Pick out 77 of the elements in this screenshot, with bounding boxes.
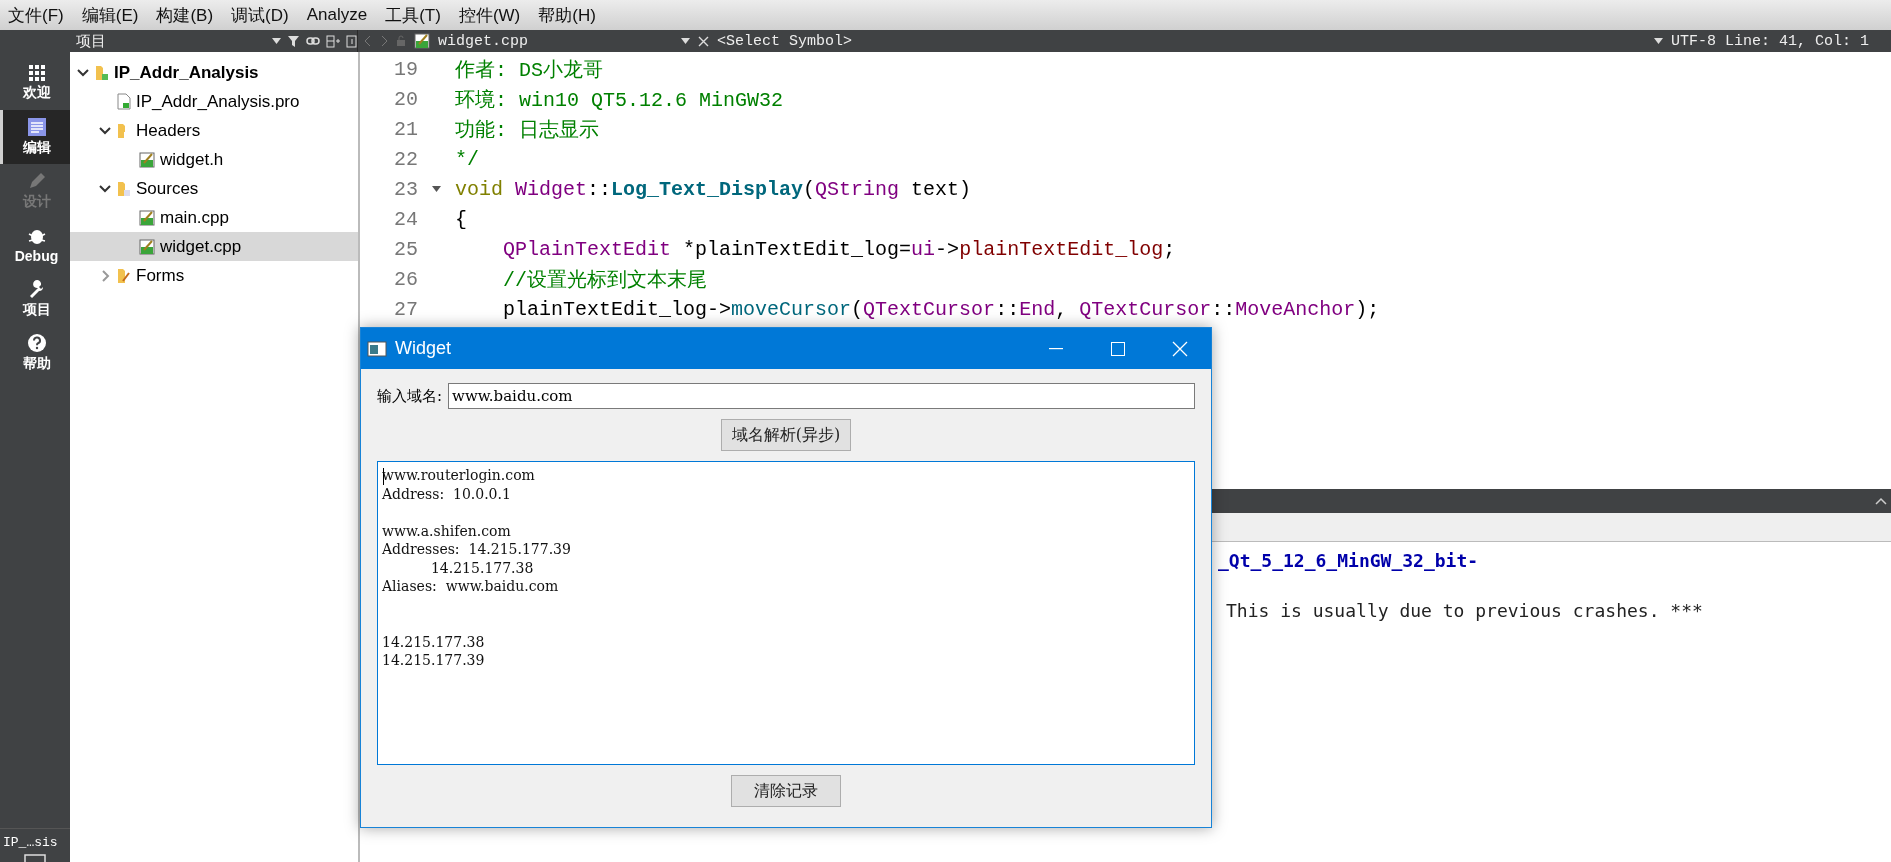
output-line: This is usually due to previous crashes. *** [1226,600,1704,623]
collapse-up-icon[interactable] [1875,497,1887,505]
cursor-status: UTF-8 Line: 41, Col: 1 [1670,32,1869,50]
window-title: Widget [395,338,453,359]
source-file-icon [139,151,155,168]
domain-label: 输入域名: [377,386,443,406]
close-icon[interactable] [698,35,709,47]
app-icon [367,340,387,357]
menu-item[interactable]: 文件(F) [8,3,64,27]
code-line: plainTextEdit_log->moveCursor(QTextCursor::End, QTextCursor::MoveAnchor); [502,297,1380,321]
menu-item[interactable]: 调试(D) [231,3,289,27]
grid-icon [27,64,46,82]
tree-item[interactable]: main.cpp [70,203,358,232]
tree-item[interactable]: Headers [70,116,358,145]
help-icon [26,333,47,353]
menu-item[interactable]: Analyze [306,5,368,25]
line-number: 20 [393,87,418,111]
document-icon [26,117,47,137]
tree-item[interactable]: IP_Addr_Analysis.pro [70,87,358,116]
file-icon [117,93,131,110]
resolve-button[interactable]: 域名解析(异步) [720,419,852,451]
code-line: //设置光标到文本末尾 [502,267,707,293]
dropdown-caret-icon[interactable] [272,38,281,44]
code-line: 作者: DS小龙哥 [455,57,603,83]
monitor-icon[interactable] [24,854,46,862]
code-line: QPlainTextEdit *plainTextEdit_log=ui->plainTextEdit_log; [502,237,1176,261]
code-line: { [455,207,467,231]
mode-button[interactable]: 帮助 [0,326,70,380]
output-line: _Qt_5_12_6_MinGW_32_bit- [1218,550,1480,573]
mode-button[interactable]: 欢迎 [0,56,70,110]
menu-item[interactable]: 帮助(H) [538,3,596,27]
folder-icon [117,180,131,197]
line-number: 21 [393,117,418,141]
menu-item[interactable]: 编辑(E) [81,3,139,27]
tree-item[interactable]: Forms [70,261,358,290]
domain-field[interactable]: www.baidu.com [448,383,1195,409]
minimize-icon[interactable] [1049,347,1063,350]
line-number: 25 [393,237,418,261]
mode-button[interactable]: 编辑 [0,110,70,164]
line-number: 23 [393,177,418,201]
menu-item[interactable]: 工具(T) [385,3,441,27]
line-number: 19 [393,57,418,81]
file-dropdown-caret-icon[interactable] [681,38,690,44]
tree-item[interactable]: widget.h [70,145,358,174]
mode-button[interactable]: 项目 [0,272,70,326]
tree-item[interactable]: widget.cpp [70,232,358,261]
source-file-icon [414,33,430,49]
mode-button[interactable]: Debug [0,218,70,272]
menu-item[interactable]: 控件(W) [458,3,521,27]
folder-icon [95,64,109,81]
line-number: 24 [393,207,418,231]
symbol-dropdown-caret-icon[interactable] [1653,38,1663,44]
source-file-icon [139,238,155,255]
file-name: widget.cpp [438,32,529,50]
line-number: 27 [393,297,418,321]
source-file-icon [139,209,155,226]
line-number: 22 [393,147,418,171]
symbol-selector[interactable]: <Select Symbol> [717,32,853,50]
clear-button[interactable]: 清除记录 [731,775,841,807]
line-number: 26 [393,267,418,291]
tree-item[interactable]: Sources [70,174,358,203]
code-line: void Widget::Log_Text_Display(QString text) [455,177,972,201]
menu-item[interactable]: 构建(B) [156,3,214,27]
folder-icon [117,267,131,284]
filter-icon[interactable] [287,34,300,48]
link-icon[interactable] [306,36,320,46]
code-line: */ [455,147,479,171]
split-icon[interactable] [326,34,340,48]
code-line: 功能: 日志显示 [455,117,599,143]
tree-item[interactable]: IP_Addr_Analysis [70,58,358,87]
code-line: 环境: win10 QT5.12.6 MinGW32 [455,87,784,113]
session-label[interactable]: IP_…sis [0,828,70,854]
close-panel-icon[interactable] [346,34,357,48]
maximize-icon[interactable] [1111,341,1125,356]
lock-icon [396,35,406,47]
fold-marker-icon[interactable] [432,186,441,192]
panel-title: 项目 [76,31,106,51]
